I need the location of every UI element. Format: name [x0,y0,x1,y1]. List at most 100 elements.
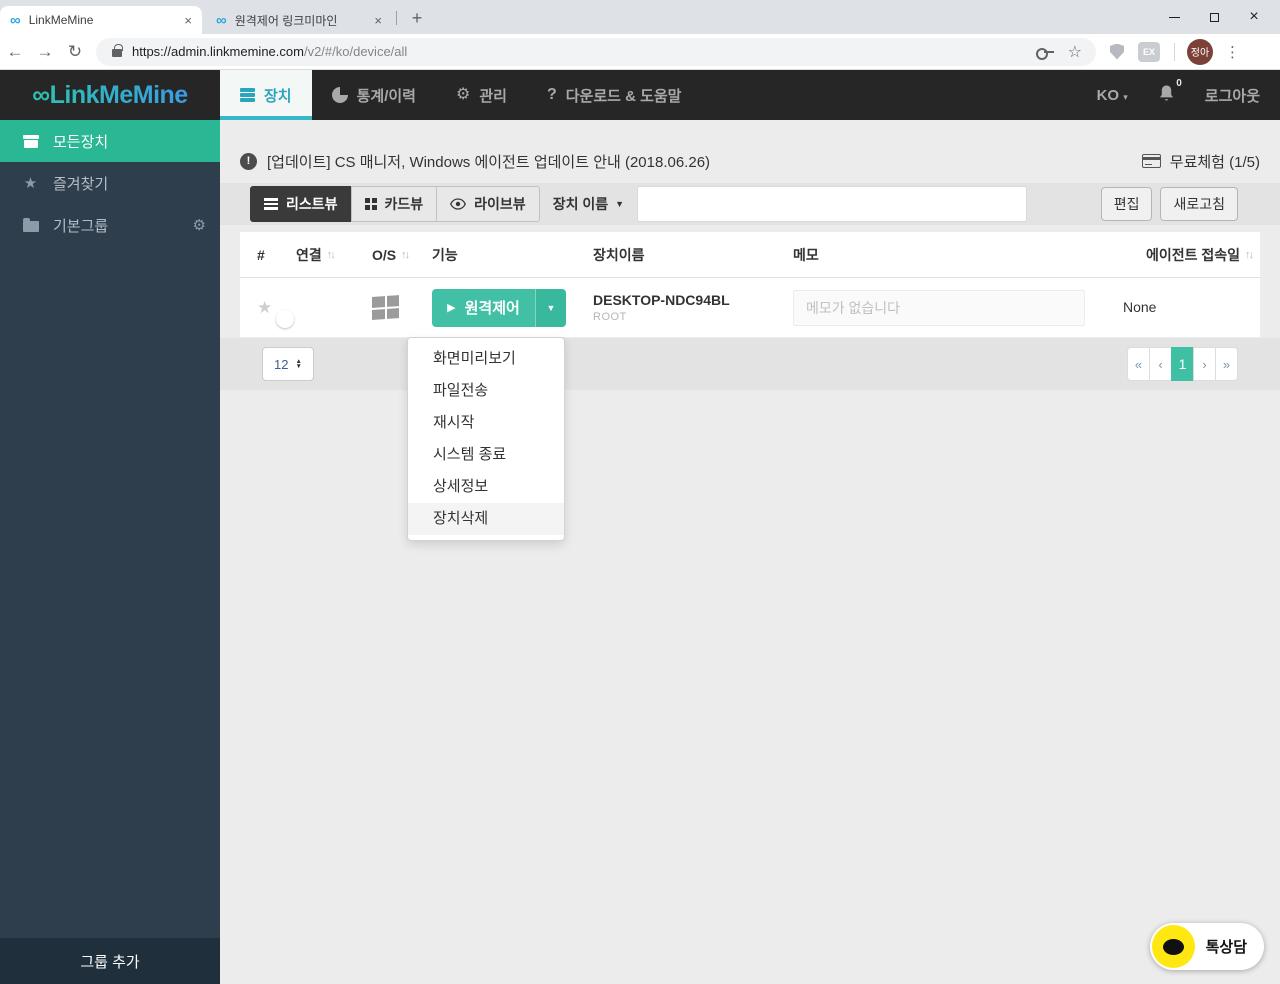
language-label: KO [1096,86,1120,104]
logout-button[interactable]: 로그아웃 [1205,85,1260,106]
sort-icon[interactable]: ↑↓ [1245,249,1254,261]
pagination: « ‹ 1 › » [1127,347,1238,381]
header-connection[interactable]: 연결 ↑↓ [280,245,360,265]
pagination-prev[interactable]: ‹ [1149,347,1172,381]
favicon-infinity-icon: ∞ [216,11,227,29]
favorite-star-icon[interactable]: ★ [257,298,272,317]
kakao-chat-button[interactable]: 톡상담 [1149,923,1264,970]
sidebar-item-default-group[interactable]: 기본그룹 ⚙ [0,204,220,246]
shield-extension-icon[interactable] [1110,43,1124,60]
nav-tab-label: 관리 [479,87,507,105]
menu-item-shutdown[interactable]: 시스템 종료 [408,439,564,471]
sort-icon[interactable]: ↑↓ [401,249,410,261]
minimize-button[interactable] [1154,0,1194,34]
browser-tab-inactive[interactable]: ∞ 원격제어 링크미마인 × [206,6,392,34]
device-table: # 연결 ↑↓ O/S ↑↓ 기능 장치이름 메모 에이전트 접속일 ↑↓ ★ ▶ 원… [240,232,1260,338]
restore-icon [1209,9,1224,22]
chat-label: 톡상담 [1205,939,1247,956]
sidebar: 모든장치 ★ 즐겨찾기 기본그룹 ⚙ 그룹 추가 [0,120,220,984]
address-bar[interactable]: https://admin.linkmemine.com /v2/#/ko/de… [96,37,1096,66]
trial-status[interactable]: 무료체험 (1/5) [1141,151,1260,172]
window-controls: × [1154,0,1274,34]
sort-icon[interactable]: ↑↓ [327,249,336,261]
announcement-text: [업데이트] CS 매니저, Windows 에이전트 업데이트 안내 (201… [267,153,711,171]
browser-url-bar: ← → ↻ https://admin.linkmemine.com /v2/#… [0,34,1280,70]
folder-icon [22,218,39,232]
refresh-list-button[interactable]: 새로고침 [1160,187,1238,221]
url-path: /v2/#/ko/device/all [303,44,408,59]
pagination-first[interactable]: « [1127,347,1150,381]
announcement-link[interactable]: ! [업데이트] CS 매니저, Windows 에이전트 업데이트 안내 (2… [240,151,710,172]
close-button[interactable]: × [1234,0,1274,34]
tab-close-icon[interactable]: × [184,13,192,28]
add-group-button[interactable]: 그룹 추가 [0,938,220,984]
nav-tab-management[interactable]: ⚙ 관리 [436,70,527,120]
browser-menu-icon[interactable]: ⋮ [1225,43,1240,61]
menu-item-details[interactable]: 상세정보 [408,471,564,503]
logo-box[interactable]: ∞LinkMeMine [0,70,220,120]
gear-icon: ⚙ [455,86,471,103]
new-tab-button[interactable]: + [404,5,430,31]
refresh-button[interactable]: ↻ [60,42,90,62]
search-filter-dropdown[interactable]: 장치 이름 ▼ [540,194,637,214]
list-icon [264,196,278,212]
edit-button[interactable]: 편집 [1100,187,1153,221]
header-agent-date[interactable]: 에이전트 접속일 ↑↓ [1100,245,1260,265]
remote-control-button[interactable]: ▶ 원격제어 [432,288,535,327]
sidebar-item-favorites[interactable]: ★ 즐겨찾기 [0,162,220,204]
tab-close-icon[interactable]: × [374,13,382,28]
memo-input[interactable] [793,289,1085,326]
minimize-icon [1168,16,1180,18]
page-size-selector[interactable]: 12 ▲ ▼ [262,347,314,381]
header-memo: 메모 [793,246,819,263]
live-view-button[interactable]: 라이브뷰 [436,186,540,222]
menu-item-delete-device[interactable]: 장치삭제 [408,503,564,535]
chevron-down-icon: ▾ [1123,91,1128,102]
group-settings-gear-icon[interactable]: ⚙ [193,216,206,234]
menu-item-screen-preview[interactable]: 화면미리보기 [408,343,564,375]
pagination-last[interactable]: » [1215,347,1238,381]
nav-tab-device[interactable]: 장치 [220,70,312,120]
header-os[interactable]: O/S ↑↓ [360,247,420,263]
card-view-button[interactable]: 카드뷰 [350,186,438,222]
nav-tab-label: 다운로드 & 도움말 [565,87,682,105]
browser-tab-active[interactable]: ∞ LinkMeMine × [0,6,202,34]
menu-item-restart[interactable]: 재시작 [408,407,564,439]
menu-item-file-transfer[interactable]: 파일전송 [408,375,564,407]
extension-badge[interactable]: EX [1138,41,1160,62]
function-cell: ▶ 원격제어 ▼ [420,288,582,327]
sidebar-item-label: 기본그룹 [53,217,109,235]
nav-tab-download-help[interactable]: ? 다운로드 & 도움말 [527,70,702,120]
toolbar: 리스트뷰 카드뷰 라이브뷰 장치 이름 ▼ 편집 새로고침 [220,183,1280,225]
os-cell [360,294,420,320]
kakao-circle [1151,925,1195,968]
table-footer: 12 ▲ ▼ « ‹ 1 › » [220,338,1280,390]
app-logo: ∞LinkMeMine [32,81,187,110]
sidebar-item-all-devices[interactable]: 모든장치 [0,120,220,162]
remote-control-split-button: ▶ 원격제어 ▼ [432,288,566,327]
notification-bell[interactable]: 0 [1158,78,1182,107]
app-top-nav: ∞LinkMeMine 장치 통계/이력 ⚙ 관리 ? 다운로드 & 도움말 K… [0,70,1280,120]
back-button[interactable]: ← [0,42,30,62]
view-toolbar: 리스트뷰 카드뷰 라이브뷰 장치 이름 ▼ [250,186,1028,222]
nav-tab-statistics[interactable]: 통계/이력 [312,70,436,120]
eye-icon [450,198,467,210]
language-dropdown[interactable]: KO ▾ [1097,87,1128,104]
sidebar-item-label: 모든장치 [53,133,109,151]
table-header-row: # 연결 ↑↓ O/S ↑↓ 기능 장치이름 메모 에이전트 접속일 ↑↓ [240,232,1260,278]
forward-button[interactable]: → [30,42,60,62]
browser-tab-bar: ∞ LinkMeMine × ∞ 원격제어 링크미마인 × + × [0,0,1280,34]
table-row: ★ ▶ 원격제어 ▼ DESKTOP-NDC94BL ROOT 메모가 없습니다… [240,278,1260,338]
nav-tab-label: 장치 [264,87,292,105]
key-icon[interactable] [1035,47,1054,60]
list-view-button[interactable]: 리스트뷰 [250,186,352,222]
pagination-page-1[interactable]: 1 [1171,347,1194,381]
bookmark-star-icon[interactable]: ☆ [1068,42,1082,62]
remote-control-menu-button[interactable]: ▼ [535,288,566,327]
agent-date-cell: None [1100,299,1260,317]
restore-button[interactable] [1194,0,1234,34]
remote-control-dropdown-menu: 화면미리보기 파일전송 재시작 시스템 종료 상세정보 장치삭제 [407,337,565,541]
search-input[interactable] [637,186,1028,222]
pagination-next[interactable]: › [1193,347,1216,381]
profile-avatar[interactable]: 정아 [1187,38,1213,65]
